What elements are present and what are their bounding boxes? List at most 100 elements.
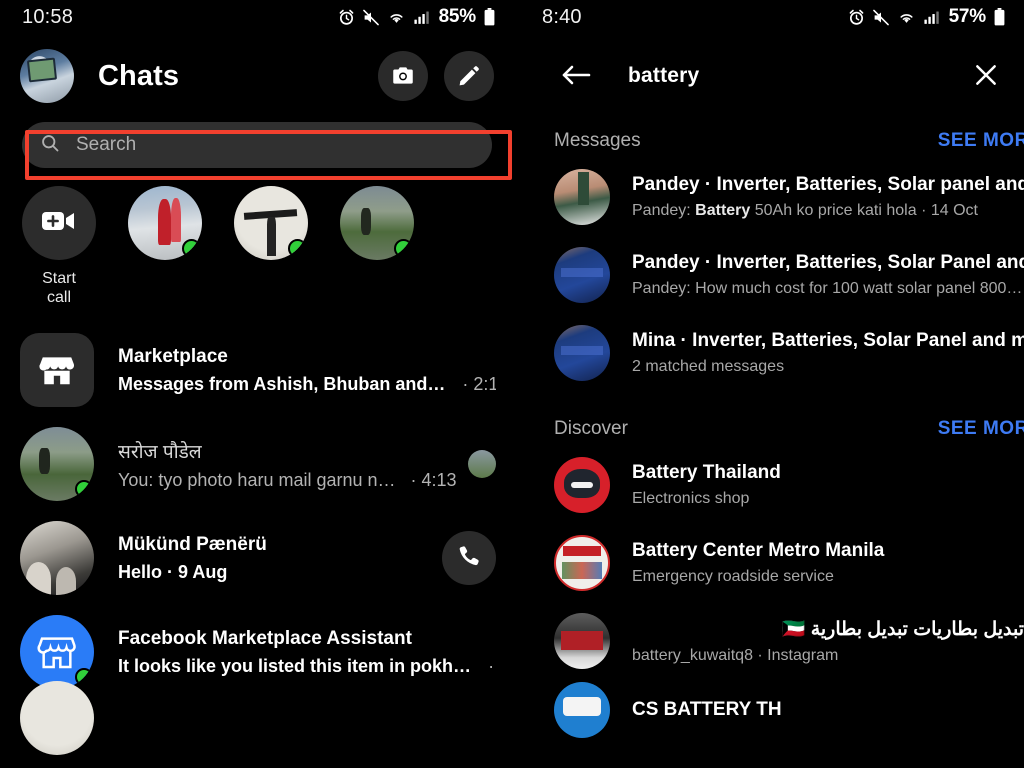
signal-icon — [413, 9, 430, 26]
arrow-left-icon — [561, 62, 591, 91]
result-text: Battery Thailand Electronics shop — [632, 462, 1024, 508]
status-bar-left: 10:58 85% — [0, 0, 514, 34]
story-start-call[interactable]: Start call — [20, 186, 98, 307]
result-title: Pandey · Inverter, Batteries, Solar pane… — [632, 174, 1024, 195]
result-subtitle: battery_kuwaitq8 · Instagram — [632, 647, 839, 664]
result-subtitle: Pandey: How much cost for 100 watt solar… — [632, 280, 1024, 297]
result-title: Battery Center Metro Manila — [632, 540, 885, 561]
result-subtitle: Pandey: Battery 50Ah ko price kati hola … — [632, 202, 1024, 220]
online-dot — [75, 668, 93, 686]
chat-row-mukund[interactable]: Mükünd Pænërü Hello · 9 Aug — [0, 511, 514, 605]
result-subtitle: Electronics shop — [632, 490, 750, 507]
status-time: 10:58 — [22, 5, 74, 28]
search-result-row[interactable]: Pandey · Inverter, Batteries, Solar pane… — [520, 158, 1024, 236]
result-sub-highlight: Battery — [695, 202, 751, 219]
search-result-row[interactable]: Mina · Inverter, Batteries, Solar Panel … — [520, 314, 1024, 392]
pencil-icon — [457, 64, 481, 88]
discover-result-row[interactable]: Battery Center Metro Manila Emergency ro… — [520, 524, 1024, 602]
chat-title: Facebook Marketplace Assistant — [118, 627, 412, 649]
chats-header: Chats — [0, 34, 514, 118]
contact-avatar — [20, 427, 94, 501]
chat-time: · 4:13 pm — [410, 469, 458, 490]
chat-snippet: Messages from Ashish, Bhuban and… · 2:12… — [118, 374, 496, 395]
status-bar-right: 8:40 57% — [520, 0, 1024, 34]
search-input[interactable]: Search — [22, 122, 492, 168]
result-subtitle: Emergency roadside service — [632, 568, 834, 585]
story-item[interactable] — [126, 186, 204, 260]
right-panel-search-results: 8:40 57% battery Messages SEE MOR Pandey… — [520, 0, 1024, 768]
chat-row-partial[interactable] — [0, 681, 514, 755]
result-text: Battery Center Metro Manila Emergency ro… — [632, 540, 1024, 586]
result-text: CS BATTERY TH — [632, 699, 1024, 721]
section-header-messages: Messages SEE MORE — [520, 118, 1024, 158]
start-call-label-line2: call — [46, 289, 71, 306]
result-title: CS BATTERY TH — [632, 699, 782, 720]
story-row: Start call — [0, 168, 514, 307]
start-call-icon-circle — [22, 186, 96, 260]
result-sub-rest: 50Ah ko price kati hola · 14 Oct — [750, 202, 978, 219]
result-title: Mina · Inverter, Batteries, Solar Panel … — [632, 330, 1024, 351]
result-title: تبديل بطاريات تبديل بطارية 🇰🇼 — [781, 619, 1024, 640]
story-item[interactable] — [232, 186, 310, 260]
snippet-text: You: tyo photo haru mail garnu n… — [118, 469, 396, 490]
chat-text: Marketplace Messages from Ashish, Bhuban… — [118, 346, 496, 395]
call-button[interactable] — [442, 531, 496, 585]
chat-time: · 2:12 am — [462, 373, 496, 394]
chat-snippet: You: tyo photo haru mail garnu n… · 4:13… — [118, 470, 458, 491]
status-icon-group: 57% — [848, 6, 1006, 28]
compose-button[interactable] — [444, 51, 494, 101]
search-header: battery — [520, 34, 1024, 118]
story-item[interactable] — [338, 186, 416, 260]
chat-row-trailing — [442, 531, 496, 585]
video-plus-icon — [41, 208, 77, 239]
chat-text: Mükünd Pænërü Hello · 9 Aug — [118, 534, 432, 583]
result-avatar — [554, 325, 610, 381]
result-text: Mina · Inverter, Batteries, Solar Panel … — [632, 330, 1024, 376]
search-icon — [40, 133, 60, 158]
story-avatar — [128, 186, 202, 260]
result-avatar — [554, 682, 610, 738]
alarm-icon — [848, 9, 865, 26]
profile-avatar[interactable] — [20, 49, 74, 103]
battery-icon — [483, 8, 496, 26]
page-title: Chats — [98, 59, 180, 92]
chat-snippet: Hello · 9 Aug — [118, 561, 228, 582]
chat-list: Marketplace Messages from Ashish, Bhuban… — [0, 323, 514, 755]
camera-button[interactable] — [378, 51, 428, 101]
section-title: Messages — [554, 130, 641, 151]
contact-avatar — [20, 681, 94, 755]
status-time: 8:40 — [542, 5, 582, 28]
section-title: Discover — [554, 418, 628, 439]
phone-icon — [456, 543, 482, 574]
battery-percent: 85% — [438, 6, 477, 27]
result-text: Pandey · Inverter, Batteries, Solar Pane… — [632, 252, 1024, 298]
see-more-discover-link[interactable]: SEE MORE — [938, 418, 1024, 440]
chat-text: Facebook Marketplace Assistant It looks … — [118, 628, 496, 677]
mute-icon — [362, 9, 380, 26]
chat-text: सरोज पौडेल You: tyo photo haru mail garn… — [118, 438, 458, 491]
chat-row-marketplace[interactable]: Marketplace Messages from Ashish, Bhuban… — [0, 323, 514, 417]
result-text: Pandey · Inverter, Batteries, Solar pane… — [632, 174, 1024, 220]
see-more-messages-link[interactable]: SEE MORE — [938, 130, 1024, 152]
dual-screenshot: 10:58 85% Chats Search Start call Market… — [0, 0, 1024, 768]
close-button[interactable] — [964, 54, 1008, 98]
result-subtitle: 2 matched messages — [632, 358, 785, 375]
back-button[interactable] — [554, 54, 598, 98]
search-placeholder: Search — [76, 134, 137, 155]
result-title: Battery Thailand — [632, 462, 781, 483]
result-sub-prefix: Pandey: — [632, 202, 696, 219]
online-dot — [288, 239, 307, 258]
search-result-row[interactable]: Pandey · Inverter, Batteries, Solar Pane… — [520, 236, 1024, 314]
result-avatar — [554, 535, 610, 591]
contact-avatar — [20, 521, 94, 595]
marketplace-blue-icon — [20, 615, 94, 689]
discover-result-row-partial[interactable]: CS BATTERY TH — [520, 680, 1024, 738]
chat-row-saroj[interactable]: सरोज पौडेल You: tyo photo haru mail garn… — [0, 417, 514, 511]
snippet-text: Messages from Ashish, Bhuban and… — [118, 373, 446, 394]
discover-result-row[interactable]: Battery Thailand Electronics shop — [520, 446, 1024, 524]
chat-row-marketplace-assistant[interactable]: Facebook Marketplace Assistant It looks … — [0, 605, 514, 699]
online-dot — [182, 239, 201, 258]
discover-result-row[interactable]: تبديل بطاريات تبديل بطارية 🇰🇼 battery_ku… — [520, 602, 1024, 680]
search-query-text[interactable]: battery — [628, 64, 964, 88]
marketplace-icon — [20, 333, 94, 407]
